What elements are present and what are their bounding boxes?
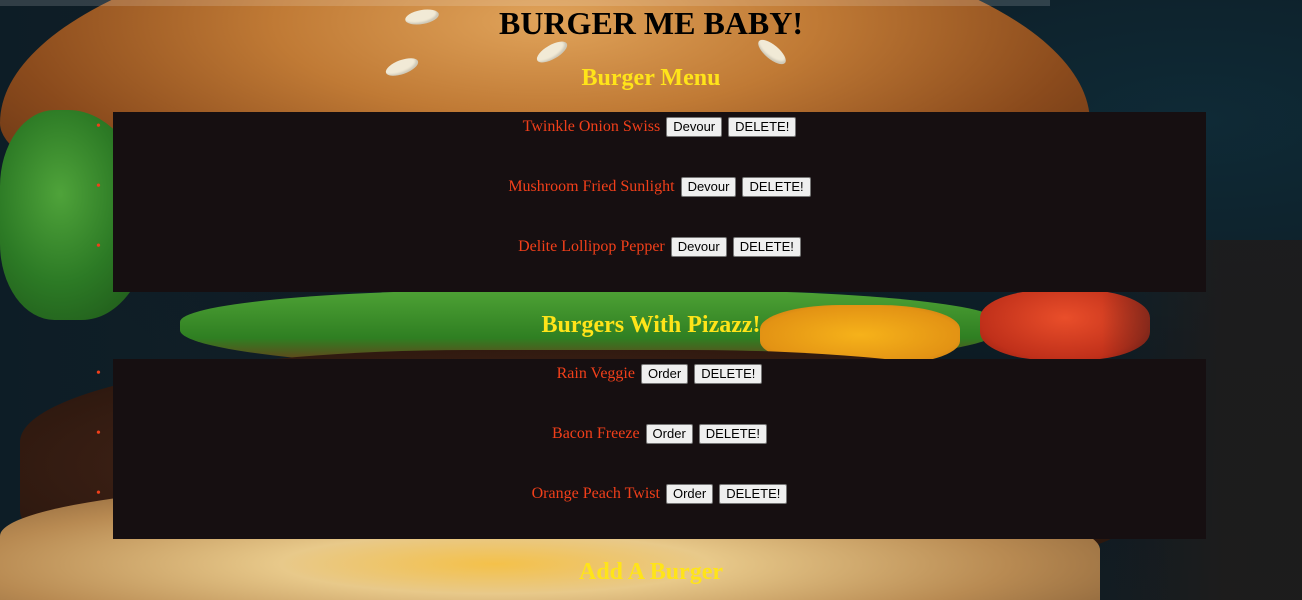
- delete-button[interactable]: DELETE!: [732, 237, 801, 258]
- delete-button[interactable]: DELETE!: [742, 177, 811, 198]
- page-title: BURGER ME BABY!: [498, 5, 803, 41]
- pizazz-heading: Burgers With Pizazz!: [541, 312, 761, 338]
- delete-button[interactable]: DELETE!: [719, 484, 788, 505]
- list-item: • Twinkle Onion Swiss Devour DELETE!: [96, 117, 1206, 138]
- bullet-icon: •: [96, 119, 101, 134]
- bullet-icon: •: [96, 179, 101, 194]
- list-item: • Mushroom Fried Sunlight Devour DELETE!: [96, 177, 1206, 198]
- bullet-icon: •: [96, 426, 101, 441]
- list-item: • Orange Peach Twist Order DELETE!: [96, 484, 1206, 505]
- burger-name: Delite Lollipop Pepper: [518, 238, 665, 255]
- list-item: • Bacon Freeze Order DELETE!: [96, 424, 1206, 445]
- list-item: • Delite Lollipop Pepper Devour DELETE!: [96, 237, 1206, 258]
- delete-button[interactable]: DELETE!: [728, 117, 797, 138]
- bullet-icon: •: [96, 366, 101, 381]
- burger-name: Orange Peach Twist: [531, 485, 660, 502]
- order-button[interactable]: Order: [645, 424, 693, 445]
- burger-name: Mushroom Fried Sunlight: [508, 178, 675, 195]
- devour-button[interactable]: Devour: [680, 177, 737, 198]
- order-button[interactable]: Order: [665, 484, 714, 505]
- burger-name: Rain Veggie: [556, 365, 635, 382]
- delete-button[interactable]: DELETE!: [694, 364, 763, 385]
- order-button[interactable]: Order: [640, 364, 689, 385]
- burger-name: Bacon Freeze: [552, 425, 640, 442]
- devour-button[interactable]: Devour: [666, 117, 723, 138]
- list-item: • Rain Veggie Order DELETE!: [96, 364, 1206, 385]
- page-content: BURGER ME BABY! Burger Menu • Twinkle On…: [0, 0, 1302, 600]
- pizazz-panel: • Rain Veggie Order DELETE! • Bacon Free…: [96, 359, 1206, 539]
- devour-button[interactable]: Devour: [670, 237, 727, 258]
- bullet-icon: •: [96, 239, 101, 254]
- burger-name: Twinkle Onion Swiss: [522, 118, 661, 135]
- add-burger-heading: Add A Burger: [578, 559, 724, 585]
- bullet-icon: •: [96, 486, 101, 501]
- delete-button[interactable]: DELETE!: [698, 424, 767, 445]
- burger-menu-heading: Burger Menu: [581, 65, 721, 91]
- burger-menu-panel: • Twinkle Onion Swiss Devour DELETE! • M…: [96, 112, 1206, 292]
